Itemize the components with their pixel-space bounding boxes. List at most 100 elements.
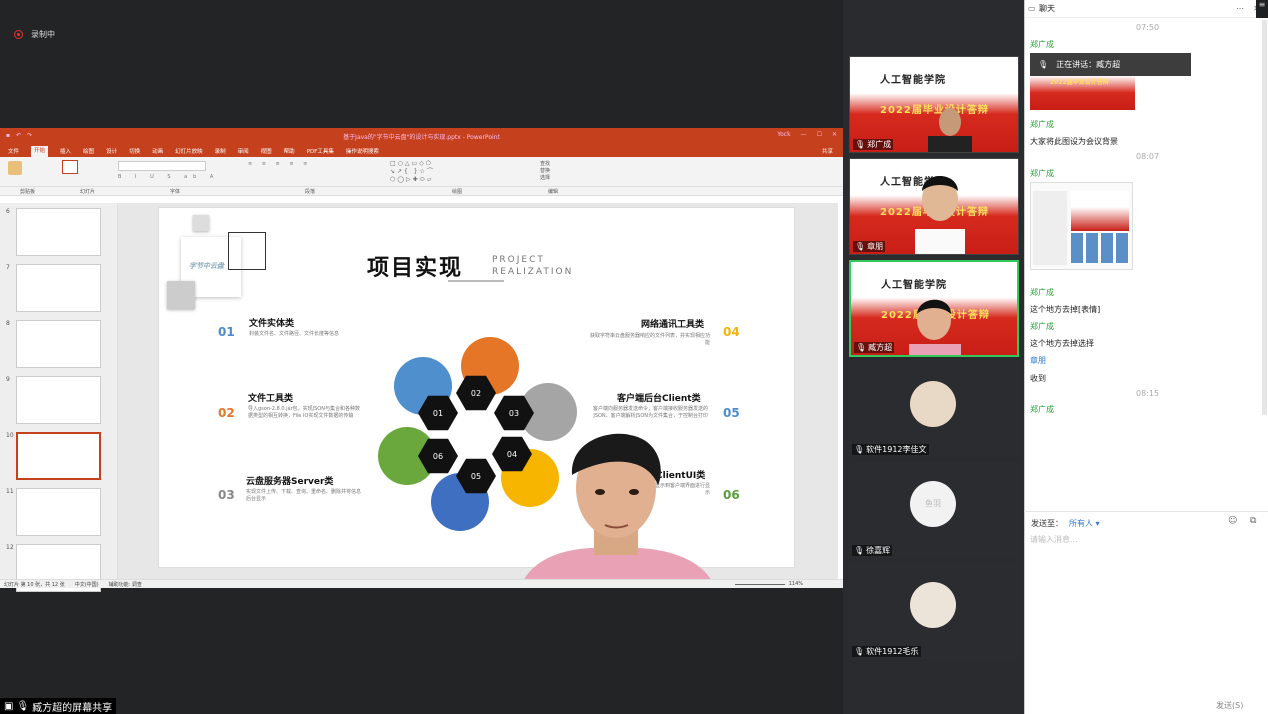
mic-muted-icon: 🎙 (854, 445, 865, 454)
emoji-icon[interactable]: ☺ (1228, 516, 1237, 526)
ribbon-tab[interactable]: 文件 (8, 147, 19, 155)
mic-muted-icon: 🎙 (854, 647, 865, 656)
close-icon[interactable]: ✕ (832, 131, 837, 138)
hex-label: 05 (471, 472, 481, 481)
chat-message: 大家将此图设为会议背景 (1030, 137, 1118, 146)
ribbon-group-label: 编辑 (548, 189, 559, 195)
chat-scrollbar[interactable] (1262, 20, 1267, 415)
ribbon-tab[interactable]: 切换 (129, 147, 140, 155)
slide-thumbnail[interactable] (16, 432, 101, 480)
ribbon-group-label: 幻灯片 (80, 189, 96, 195)
share-button[interactable]: 共享 (822, 147, 833, 155)
ribbon-group-label: 剪贴板 (20, 189, 36, 195)
item-number: 01 (218, 325, 235, 339)
participant-tile-active-speaker[interactable]: 人工智能学院 2022届毕业设计答辩 🎙臧方超 (849, 260, 1019, 357)
ribbon-tab[interactable]: 录制 (215, 147, 226, 155)
ppt-ribbon-tabs: 文件 开始 插入 绘图 设计 切换 动画 幻灯片放映 录制 审阅 视图 帮助 PDF工具集 操作说明搜索 共… (0, 145, 843, 157)
participant-tile[interactable]: 🎙 软件1912毛乐 (849, 562, 1019, 659)
decor-square (193, 215, 209, 231)
ribbon-tab[interactable]: 动画 (152, 147, 163, 155)
save-icon[interactable]: ▪ (6, 132, 10, 139)
item-heading: 文件工具类 (248, 394, 294, 404)
item-heading: 网络通讯工具类 (641, 320, 705, 330)
participant-video (915, 176, 965, 254)
thumbnail-number: 8 (6, 320, 10, 327)
edit-group[interactable]: 查找 替换 选择 (540, 161, 580, 182)
shapes-gallery[interactable]: □○△▭◇⬠ ↘↗{ }☆⌒ ⬡◯▷✚⬭▱ (390, 160, 450, 184)
participant-name: 🎙 徐嘉辉 (852, 545, 893, 556)
ribbon-group-label: 绘图 (452, 189, 463, 195)
ribbon-tab[interactable]: 操作说明搜索 (346, 147, 379, 155)
paste-icon[interactable] (8, 161, 22, 175)
menu-icon[interactable]: ≡ (1256, 0, 1268, 18)
font-format-buttons[interactable]: B I U S ab A (118, 174, 238, 182)
thumbnail-number: 7 (6, 264, 10, 271)
ppt-user[interactable]: Yock (777, 131, 790, 138)
item-number: 06 (723, 488, 740, 502)
ribbon-tab[interactable]: 绘图 (83, 147, 94, 155)
participant-name: 🎙 章朋 (853, 241, 886, 252)
slide-thumbnail[interactable] (16, 320, 101, 368)
chat-title: 聊天 (1039, 4, 1055, 13)
participant-name: 🎙 臧方超 (854, 342, 895, 353)
ribbon-tab[interactable]: 幻灯片放映 (175, 147, 203, 155)
status-slide-count: 幻灯片 第 10 张，共 12 张 (4, 581, 65, 588)
participant-tile[interactable]: 人工智能学院 2022届毕业设计答辩 🎙 郑广成 (849, 56, 1019, 153)
zoom-level[interactable]: 114% (789, 581, 803, 587)
decor-frame (228, 232, 266, 270)
chat-sender: 郑广成 (1030, 405, 1054, 414)
minimize-icon[interactable]: — (801, 131, 807, 138)
chat-sender: 郑广成 (1030, 288, 1054, 297)
chat-time: 08:07 (1136, 152, 1160, 161)
ribbon-tab[interactable]: 审阅 (238, 147, 249, 155)
slide-thumbnail[interactable] (16, 208, 101, 256)
item-number: 02 (218, 406, 235, 420)
thumbnail-number: 6 (6, 208, 10, 215)
send-button[interactable]: 发送(S) (1216, 700, 1243, 711)
avatar (910, 582, 956, 628)
status-language[interactable]: 中文(中国) (75, 581, 99, 588)
slide-thumbnail[interactable] (16, 488, 101, 536)
ribbon-tab[interactable]: 视图 (261, 147, 272, 155)
mic-icon: 🎙 (16, 700, 30, 712)
send-to-select[interactable]: 所有人 ▾ (1069, 518, 1100, 529)
send-to-label: 发送至： (1031, 519, 1063, 528)
ribbon-tab[interactable]: 帮助 (284, 147, 295, 155)
redo-icon[interactable]: ↷ (27, 132, 32, 139)
ribbon-tab[interactable]: 设计 (106, 147, 117, 155)
hex-label: 03 (509, 409, 519, 418)
participant-tile[interactable]: 人工智能学院 2022届毕业设计答辩 🎙章朋 (849, 158, 1019, 255)
ribbon-tab[interactable]: PDF工具集 (307, 147, 334, 155)
chat-screenshot-image[interactable] (1030, 182, 1133, 270)
paragraph-buttons[interactable]: ≡ ≡ ≡ ≡ ≡ (248, 161, 328, 169)
hex-label: 01 (433, 409, 443, 418)
chat-icon: ▭ (1028, 4, 1036, 13)
participant-tile[interactable]: 鱼羽 🎙 徐嘉辉 (849, 461, 1019, 558)
undo-icon[interactable]: ↶ (16, 132, 21, 139)
item-heading: 文件实体类 (249, 319, 295, 329)
new-slide-icon[interactable] (62, 160, 78, 174)
ribbon-tab[interactable]: 插入 (60, 147, 71, 155)
ppt-title: 基于Java的"字节中云盘"的设计与实现.pptx - PowerPoint (343, 134, 500, 141)
banner-school: 人工智能学院 (880, 75, 946, 86)
participant-tile[interactable]: 🎙 软件1912李佳文 (849, 360, 1019, 457)
more-icon[interactable]: ⋯ (1236, 4, 1244, 13)
screenshot-icon[interactable]: ⧉ (1250, 516, 1256, 526)
item-desc: 客户端向服务器发送命令，客户端接收服务器发送的JSON，客户端解析JSON为文件… (592, 406, 708, 419)
chat-time: 08:15 (1136, 389, 1160, 398)
slide-thumbnail[interactable] (16, 376, 101, 424)
chat-sender: 郑广成 (1030, 322, 1054, 331)
maximize-icon[interactable]: ☐ (817, 131, 822, 138)
mic-icon: 🎙 (855, 140, 866, 149)
font-name-select[interactable] (118, 161, 206, 171)
ppt-title-bar: ▪ ↶ ↷ 基于Java的"字节中云盘"的设计与实现.pptx - PowerPoi… (0, 128, 843, 145)
thumbnail-number: 12 (6, 544, 14, 551)
chat-input[interactable]: 请输入消息... (1030, 534, 1260, 684)
slide-thumbnail[interactable] (16, 264, 101, 312)
ribbon-tab[interactable]: 开始 (31, 145, 49, 157)
chat-sender: 章朋 (1030, 356, 1046, 365)
zoom-control[interactable]: 114% (734, 581, 803, 587)
speaking-indicator: 🎙 正在讲话：臧方超 (1030, 53, 1191, 76)
hex-label: 06 (433, 452, 443, 461)
status-accessibility[interactable]: 辅助功能: 调查 (109, 581, 142, 588)
